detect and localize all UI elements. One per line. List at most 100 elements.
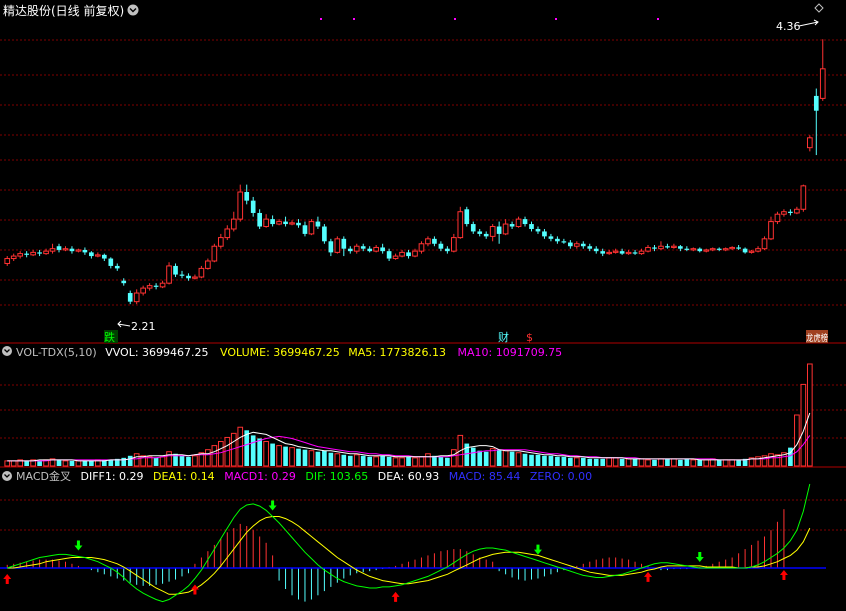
candle-body — [568, 242, 573, 247]
macd-indicator-name: MACD金叉 — [16, 469, 71, 483]
dea1-value: DEA1: 0.14 — [153, 470, 215, 483]
candle-body — [257, 212, 262, 227]
marker-drop[interactable]: 跌 — [104, 330, 115, 344]
candle[interactable] — [166, 262, 172, 285]
volume-bar — [555, 456, 560, 466]
candle-body — [774, 213, 781, 223]
chevron-down-icon[interactable] — [127, 4, 139, 16]
volume-bar — [529, 454, 534, 466]
volume-value: VOLUME: 3699467.25 — [220, 346, 340, 359]
candle[interactable] — [464, 206, 470, 227]
volume-bar — [263, 441, 269, 467]
candle-body — [665, 246, 670, 248]
candle-body — [211, 245, 218, 262]
candle-body — [561, 241, 567, 243]
volume-bar — [89, 460, 94, 466]
volume-bar — [302, 449, 308, 466]
candle-body — [328, 241, 334, 253]
zero-value: ZERO: 0.00 — [530, 470, 592, 483]
candle-body — [806, 137, 813, 149]
candle-body — [62, 248, 69, 251]
volume-bar — [250, 435, 256, 466]
volume-bar — [205, 449, 211, 467]
candle[interactable] — [761, 236, 768, 250]
candle-body — [406, 252, 411, 257]
volume-bar — [470, 447, 476, 466]
volume-bar — [127, 455, 133, 466]
candle-body — [451, 237, 457, 252]
volume-bar — [535, 454, 541, 466]
candle-body — [186, 275, 191, 279]
candle-body — [502, 223, 509, 235]
volume-bar — [445, 457, 450, 466]
volume-bar — [438, 456, 444, 466]
candle-body — [146, 285, 153, 289]
max-price-label: 4.36 — [776, 20, 801, 33]
volume-bar — [373, 456, 379, 467]
candle-body — [315, 221, 321, 227]
candle-body — [477, 231, 483, 234]
candle-body — [652, 247, 657, 249]
candle-body — [95, 254, 101, 257]
candle-body — [224, 228, 231, 239]
candle-body — [489, 226, 496, 237]
candle-body — [742, 248, 748, 253]
candle[interactable] — [334, 236, 341, 254]
marker-dragon-tiger[interactable]: 龙虎榜 — [806, 332, 828, 344]
stock-chart[interactable]: 精达股份(日线 前复权) 4.36 2.21 跌 财 $ 龙虎榜 VOL-TDX… — [0, 0, 846, 611]
candle[interactable] — [800, 184, 807, 212]
candle[interactable] — [308, 219, 315, 236]
event-dot — [657, 18, 659, 20]
volume-bar — [334, 453, 341, 467]
volume-bar — [75, 460, 82, 467]
candle[interactable] — [457, 206, 464, 239]
volume-panel-icon[interactable] — [2, 346, 12, 356]
macd-panel-icon[interactable] — [2, 471, 12, 481]
volume-bar — [62, 460, 69, 467]
candle-body — [198, 267, 205, 278]
volume-bar — [322, 450, 327, 466]
candle-body — [133, 292, 140, 303]
volume-bar — [159, 456, 166, 467]
marker-dividend[interactable]: $ — [526, 331, 533, 344]
candle-body — [819, 68, 826, 99]
volume-bar — [289, 447, 295, 467]
volume-bar — [296, 448, 301, 466]
candle-body — [263, 218, 269, 228]
candle-body — [457, 211, 464, 239]
volume-bar — [612, 457, 619, 467]
volume-bar — [380, 455, 385, 466]
candle-body — [645, 246, 651, 252]
volume-bar — [684, 458, 690, 466]
volume-bar — [108, 459, 114, 466]
candle-body — [703, 249, 710, 252]
marker-finance[interactable]: 财 — [498, 330, 509, 344]
macd1-value: MACD1: 0.29 — [224, 470, 296, 483]
volume-bar — [308, 450, 315, 467]
candle-body — [729, 246, 735, 250]
candle-body — [709, 248, 716, 251]
candle[interactable] — [322, 224, 327, 244]
volume-bar — [489, 448, 496, 467]
candle-body — [658, 245, 664, 250]
volume-bar — [678, 459, 683, 466]
volume-bar — [315, 451, 321, 466]
candle-body — [166, 265, 172, 284]
volume-bar — [625, 458, 632, 467]
candle-body — [600, 251, 606, 254]
candle-body — [17, 253, 24, 257]
candle-body — [353, 245, 360, 252]
candle[interactable] — [211, 243, 218, 263]
candle-body — [632, 252, 638, 254]
volume-bar — [347, 455, 353, 466]
candle-body — [418, 243, 425, 252]
volume-bar — [179, 455, 185, 466]
volume-bar — [386, 456, 392, 466]
candle-body — [341, 238, 347, 249]
volume-bar — [573, 457, 580, 467]
candle-body — [24, 253, 29, 255]
event-dot — [353, 18, 355, 20]
volume-bar — [483, 451, 489, 466]
dif-value: DIF: 103.65 — [305, 470, 368, 483]
candle-body — [748, 250, 755, 253]
